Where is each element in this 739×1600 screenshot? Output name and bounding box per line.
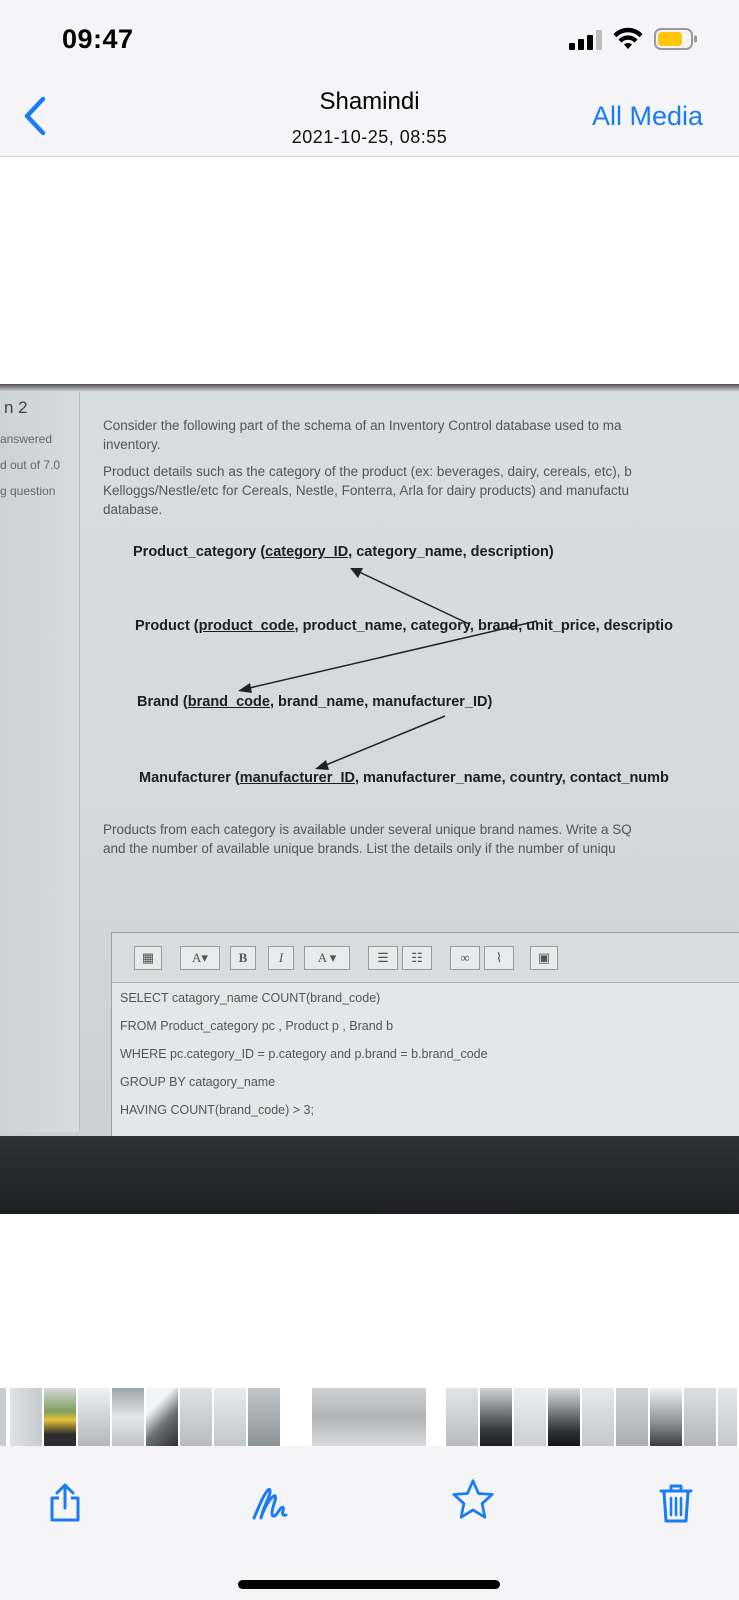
- share-icon[interactable]: [45, 1482, 85, 1524]
- thumbnail[interactable]: [548, 1388, 582, 1446]
- trash-icon[interactable]: [656, 1482, 696, 1524]
- thumbnail-current[interactable]: [312, 1388, 428, 1446]
- link-icon: ∞: [450, 946, 480, 970]
- thumbnail-spacer: [430, 1388, 444, 1446]
- photo[interactable]: n 2 answered d out of 7.0 g question Con…: [0, 384, 739, 1214]
- image-icon: ▣: [530, 946, 558, 970]
- question-info-panel: n 2 answered d out of 7.0 g question: [0, 392, 80, 1132]
- all-media-button[interactable]: All Media: [592, 101, 703, 132]
- code-line: WHERE pc.category_ID = p.category and p.…: [120, 1047, 488, 1061]
- thumbnail[interactable]: [446, 1388, 480, 1446]
- thumbnail[interactable]: [514, 1388, 548, 1446]
- relationship-arrows: [238, 568, 538, 770]
- photo-monitor-bezel: [0, 1136, 739, 1214]
- status-bar: 09:47: [0, 0, 739, 80]
- thumbnail[interactable]: [214, 1388, 248, 1446]
- thumbnail[interactable]: [718, 1388, 739, 1446]
- thumbnail[interactable]: [582, 1388, 616, 1446]
- home-indicator[interactable]: [238, 1580, 500, 1589]
- editor-toolbar: ▦ A▾ B I A ▾ ☰ ☷ ∞ ⌇ ▣: [112, 933, 739, 983]
- battery-icon: [654, 28, 697, 50]
- question-line: and the number of available unique brand…: [103, 841, 616, 856]
- cellular-signal-icon: [569, 30, 603, 50]
- code-line: SELECT catagory_name COUNT(brand_code): [120, 991, 381, 1005]
- thumbnail[interactable]: [78, 1388, 112, 1446]
- font-color-dropdown: A ▾: [304, 946, 350, 970]
- italic-button: I: [268, 946, 294, 970]
- thumbnail[interactable]: [248, 1388, 282, 1446]
- code-line: FROM Product_category pc , Product p , B…: [120, 1019, 394, 1033]
- question-number: n 2: [4, 398, 28, 417]
- thumbnail[interactable]: [10, 1388, 44, 1446]
- question-flag: g question: [0, 484, 56, 498]
- question-status: answered: [0, 432, 53, 446]
- code-line: HAVING COUNT(brand_code) > 3;: [120, 1103, 314, 1117]
- star-icon[interactable]: [449, 1478, 497, 1520]
- bullet-list-icon: ☰: [368, 946, 398, 970]
- bold-button: B: [230, 946, 256, 970]
- answer-editor: ▦ A▾ B I A ▾ ☰ ☷ ∞ ⌇ ▣ SELECT catagory_n…: [111, 932, 739, 1142]
- thumbnail[interactable]: [44, 1388, 78, 1446]
- font-size-dropdown: A▾: [180, 946, 220, 970]
- code-line: GROUP BY catagory_name: [120, 1075, 276, 1089]
- markup-icon[interactable]: [250, 1482, 294, 1524]
- thumbnail[interactable]: [0, 1388, 8, 1446]
- status-time: 09:47: [62, 24, 134, 54]
- thumbnail[interactable]: [650, 1388, 684, 1446]
- thumbnail[interactable]: [112, 1388, 146, 1446]
- thumbnail[interactable]: [146, 1388, 180, 1446]
- bottom-toolbar: [0, 1446, 739, 1600]
- photo-viewer[interactable]: n 2 answered d out of 7.0 g question Con…: [0, 158, 739, 1388]
- question-line: Products from each category is available…: [103, 822, 632, 837]
- thumbnail[interactable]: [684, 1388, 718, 1446]
- wifi-icon: [613, 27, 643, 49]
- question-marks: d out of 7.0: [0, 458, 61, 472]
- editor-toolbar-toggle-icon: ▦: [134, 946, 162, 970]
- question-content: Consider the following part of the schem…: [97, 392, 739, 1142]
- thumbnail[interactable]: [616, 1388, 650, 1446]
- navigation-bar: Shamindi 2021-10-25, 08:55 All Media: [0, 80, 739, 157]
- thumbnail-strip[interactable]: [0, 1388, 739, 1446]
- thumbnail-spacer: [282, 1388, 312, 1446]
- numbered-list-icon: ☷: [402, 946, 432, 970]
- thumbnail[interactable]: [180, 1388, 214, 1446]
- unlink-icon: ⌇: [484, 946, 514, 970]
- thumbnail[interactable]: [480, 1388, 514, 1446]
